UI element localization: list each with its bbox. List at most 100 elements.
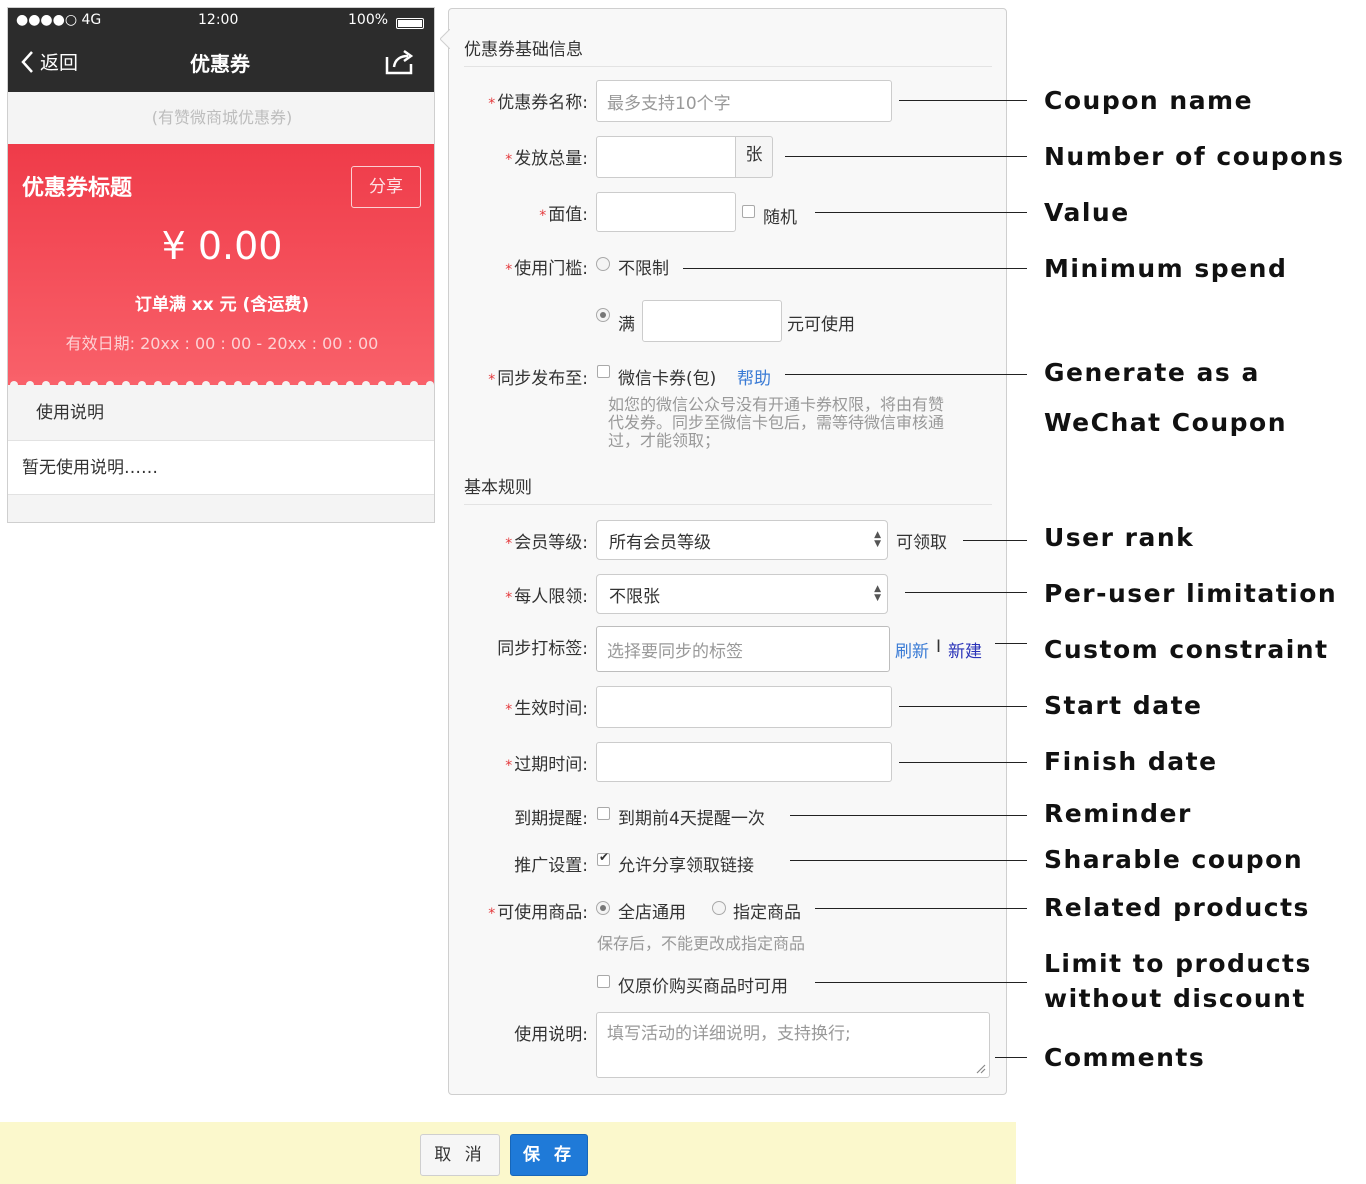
leader-line (815, 212, 1027, 213)
threshold-amount-input[interactable] (642, 300, 782, 342)
leader-line (899, 762, 1027, 763)
threshold-suffix: 元可使用 (787, 315, 855, 335)
leader-line (899, 706, 1027, 707)
promo-label: 推广设置: (514, 856, 588, 876)
save-button[interactable]: 保 存 (510, 1134, 588, 1176)
annotation-number: Number of coupons (1044, 142, 1345, 171)
goods-specific-label: 指定商品 (733, 903, 801, 923)
end-label: * 过期时间: (505, 755, 588, 775)
goods-label: * 可使用商品: (488, 903, 588, 923)
preview-subtitle: (有赞微商城优惠券) (8, 92, 434, 144)
help-link[interactable]: 帮助 (737, 364, 771, 389)
annotation-min-spend: Minimum spend (1044, 254, 1288, 283)
back-button[interactable]: 返回 (20, 48, 78, 75)
annotation-value: Value (1044, 198, 1130, 227)
promo-option: 允许分享领取链接 (618, 856, 754, 876)
cancel-button[interactable]: 取 消 (420, 1134, 500, 1176)
tag-input[interactable]: 选择要同步的标签 (596, 626, 890, 672)
start-date-input[interactable] (596, 686, 892, 728)
remind-label: 到期提醒: (514, 809, 588, 829)
annotation-per-user: Per-user limitation (1044, 579, 1338, 608)
annotation-limit-1: Limit to products (1044, 949, 1312, 978)
select-arrows-icon: ▲ ▼ (874, 584, 881, 603)
tag-label: 同步打标签: (497, 639, 588, 659)
leader-line (899, 100, 1027, 101)
leader-line (963, 540, 1027, 541)
section-divider (464, 66, 992, 67)
annotation-reminder: Reminder (1044, 799, 1192, 828)
leader-line (683, 268, 1027, 269)
coupon-condition: 订单满 xx 元 (含运费) (134, 295, 310, 315)
share-button[interactable]: 分享 (351, 166, 421, 208)
annotation-wechat-1: Generate as a (1044, 358, 1260, 387)
resize-handle-icon[interactable] (974, 1062, 986, 1074)
member-select[interactable]: 所有会员等级 ▲ ▼ (596, 520, 888, 560)
leader-line (905, 592, 1027, 593)
remind-option: 到期前4天提醒一次 (618, 809, 765, 829)
comment-textarea[interactable]: 填写活动的详细说明，支持换行; (596, 1012, 990, 1078)
leader-line (785, 374, 1027, 375)
annotation-sharable: Sharable coupon (1044, 845, 1304, 874)
value-input[interactable] (596, 192, 736, 232)
leader-line (785, 156, 1027, 157)
threshold-full-label: 满 (618, 315, 635, 335)
coupon-title: 优惠券标题 (22, 176, 133, 201)
name-label: * 优惠券名称: (488, 93, 588, 113)
coupon-validity: 有效日期: 20xx : 00 : 00 - 20xx : 00 : 00 (65, 334, 379, 353)
leader-line (995, 643, 1027, 644)
threshold-full-radio[interactable] (596, 308, 610, 322)
share-link-checkbox[interactable] (597, 850, 610, 866)
annotation-comments: Comments (1044, 1043, 1206, 1072)
phone-preview: ●●●●○ 4G 12:00 100% 返回 优惠券 (有赞微商城优惠券) 优惠… (7, 7, 435, 523)
status-time: 12:00 (198, 12, 239, 28)
member-label: * 会员等级: (505, 533, 588, 553)
usage-title: 使用说明 (8, 385, 434, 441)
chevron-left-icon (21, 50, 33, 73)
remind-checkbox[interactable] (597, 807, 610, 820)
threshold-none-radio[interactable] (596, 257, 610, 271)
leader-line (815, 982, 1027, 983)
total-unit: 张 (735, 136, 773, 178)
total-input[interactable] (596, 136, 736, 178)
wechat-checkbox[interactable] (597, 365, 610, 378)
threshold-label: * 使用门槛: (505, 259, 588, 279)
back-label: 返回 (40, 52, 79, 74)
action-bar (0, 1122, 1016, 1184)
limit-label: * 每人限领: (505, 587, 588, 607)
sync-note-1: 如您的微信公众号没有开通卡券权限，将由有赞 (608, 395, 945, 414)
panel-pointer (440, 29, 450, 49)
threshold-none-label: 不限制 (618, 259, 669, 279)
end-date-input[interactable] (596, 742, 892, 782)
limit-select[interactable]: 不限张 ▲ ▼ (596, 574, 888, 614)
original-price-checkbox[interactable] (597, 975, 610, 988)
status-bar: ●●●●○ 4G 12:00 100% (8, 8, 434, 34)
refresh-link[interactable]: 刷新 (895, 637, 929, 662)
nav-bar: 返回 优惠券 (8, 34, 434, 92)
leader-line (790, 860, 1027, 861)
sync-note-3: 过，才能领取； (608, 431, 721, 450)
sync-label: * 同步发布至: (488, 369, 588, 389)
nav-title: 优惠券 (190, 52, 250, 76)
annotation-start: Start date (1044, 691, 1203, 720)
random-checkbox[interactable] (742, 205, 755, 218)
new-tag-link[interactable]: 新建 (948, 637, 982, 662)
original-price-label: 仅原价购买商品时可用 (618, 977, 788, 997)
battery-percent: 100% (348, 12, 389, 28)
annotation-coupon-name: Coupon name (1044, 86, 1254, 115)
leader-line (790, 815, 1027, 816)
leader-line (995, 1057, 1027, 1058)
basic-section-title: 优惠券基础信息 (464, 40, 583, 60)
goods-all-radio[interactable] (596, 901, 610, 915)
battery-icon (396, 17, 424, 29)
link-separator: I (936, 637, 942, 657)
goods-specific-radio[interactable] (712, 901, 726, 915)
share-icon[interactable] (384, 48, 416, 76)
coupon-amount: ¥ 0.00 (161, 224, 283, 268)
annotation-limit-2: without discount (1044, 984, 1306, 1013)
comment-label: 使用说明: (514, 1025, 588, 1045)
coupon-name-input[interactable]: 最多支持10个字 (596, 80, 892, 122)
start-label: * 生效时间: (505, 699, 588, 719)
select-arrows-icon: ▲ ▼ (874, 530, 881, 549)
annotation-wechat-2: WeChat Coupon (1044, 408, 1287, 437)
wechat-label: 微信卡券(包) (618, 369, 717, 389)
